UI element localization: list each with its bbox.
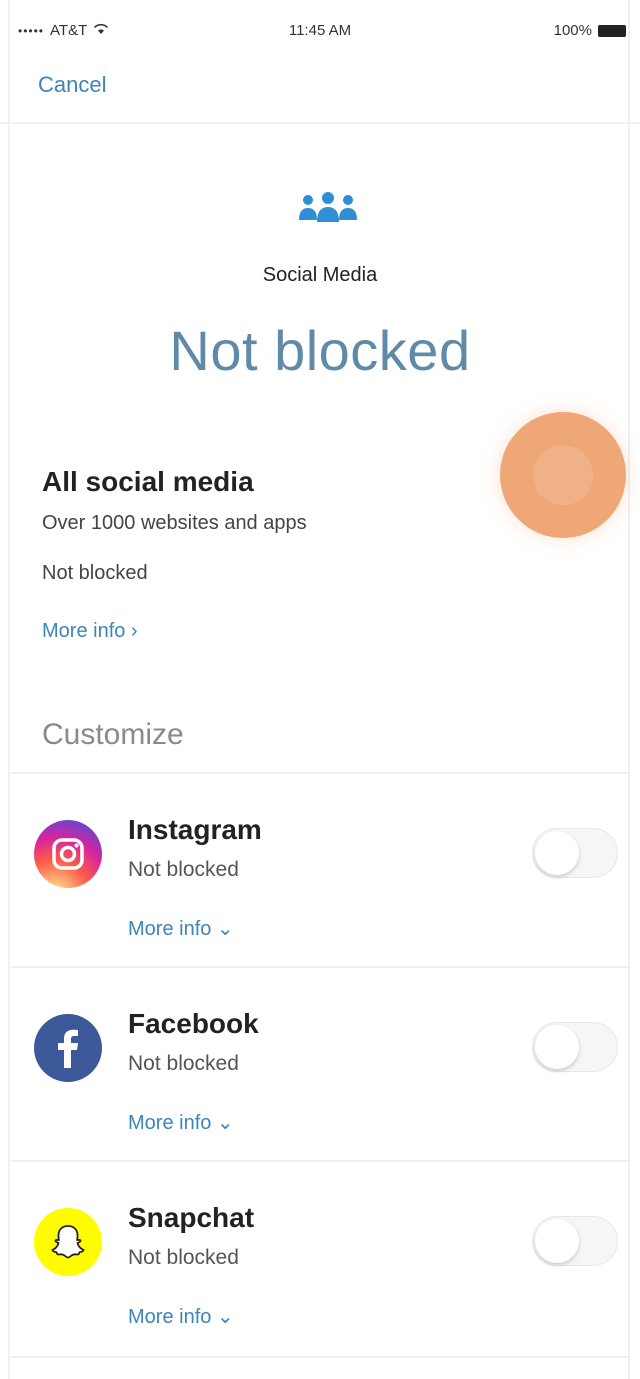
people-group-icon (296, 190, 360, 224)
app-name: Facebook (128, 1008, 259, 1039)
app-row-facebook: Facebook Not blocked More info ⌄ (10, 968, 630, 1162)
touch-indicator-center (533, 445, 593, 505)
divider (10, 1356, 630, 1358)
snapchat-icon (34, 1208, 102, 1276)
app-name: Snapchat (128, 1202, 255, 1233)
battery-icon (598, 24, 626, 37)
status-bar: ••••• AT&T 11:45 AM 100% (0, 0, 640, 58)
battery-percent: 100% (553, 22, 592, 39)
status-right: 100% (554, 22, 626, 39)
nav-bar: Cancel (0, 58, 640, 124)
customize-heading: Customize (42, 718, 184, 751)
cancel-button[interactable]: Cancel (38, 72, 106, 98)
clock: 11:45 AM (288, 22, 352, 39)
snapchat-block-toggle[interactable] (532, 1216, 618, 1266)
all-social-subtitle: Over 1000 websites and apps (42, 512, 307, 534)
facebook-icon (34, 1014, 102, 1082)
app-row-snapchat: Snapchat Not blocked More info ⌄ (10, 1162, 630, 1356)
toggle-knob (535, 1219, 579, 1263)
toggle-knob (535, 1025, 579, 1069)
touch-indicator[interactable] (500, 412, 626, 538)
all-social-status: Not blocked (42, 562, 148, 584)
all-social-title: All social media (42, 466, 254, 497)
toggle-knob (535, 831, 579, 875)
all-social-more-info-link[interactable]: More info › (42, 620, 138, 643)
app-more-info-link[interactable]: More info ⌄ (128, 916, 234, 941)
instagram-block-toggle[interactable] (532, 828, 618, 878)
category-name: Social Media (262, 264, 378, 286)
app-name: Instagram (128, 814, 262, 845)
app-more-info-link[interactable]: More info ⌄ (128, 1304, 234, 1329)
app-more-info-link[interactable]: More info ⌄ (128, 1110, 234, 1135)
instagram-icon (34, 820, 102, 888)
app-status: Not blocked (128, 1052, 239, 1075)
facebook-block-toggle[interactable] (532, 1022, 618, 1072)
app-status: Not blocked (128, 858, 239, 881)
category-status: Not blocked (169, 319, 471, 382)
app-status: Not blocked (128, 1246, 239, 1269)
app-row-instagram: Instagram Not blocked More info ⌄ (10, 774, 630, 968)
